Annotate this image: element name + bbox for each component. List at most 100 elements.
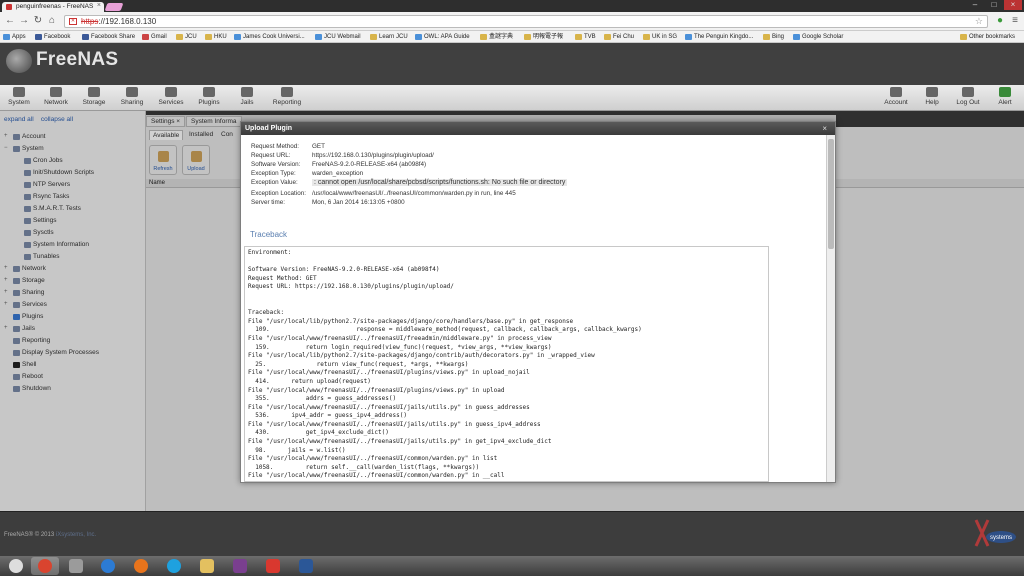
folder-icon xyxy=(205,34,212,40)
minimize-icon[interactable]: – xyxy=(966,0,984,10)
bookmark-item[interactable]: Gmail xyxy=(142,32,167,42)
field-software-version: Software Version: FreeNAS-9.2.0-RELEASE-x… xyxy=(251,161,427,168)
bookmark-item[interactable]: JCU Webmail xyxy=(315,32,361,42)
bookmark-item[interactable]: UK in SG xyxy=(643,32,677,42)
nav-help[interactable]: Help xyxy=(913,87,951,106)
back-icon[interactable]: ← xyxy=(4,15,16,27)
bookmark-item[interactable]: James Cook Universi... xyxy=(234,32,305,42)
word-icon xyxy=(299,559,313,573)
bookmark-item[interactable]: JCU xyxy=(176,32,197,42)
traceback-textarea[interactable]: Environment: Software Version: FreeNAS-9… xyxy=(244,246,769,482)
chrome-menu-icon[interactable]: ≡ xyxy=(1009,15,1021,27)
bookmark-item[interactable]: 明報電子報 xyxy=(524,32,563,42)
nav-services[interactable]: Services xyxy=(152,87,190,106)
bookmark-item[interactable]: OWL: APA Guide xyxy=(415,32,470,42)
jails-icon xyxy=(241,87,253,97)
folder-icon xyxy=(524,34,531,40)
field-server-time: Server time: Mon, 6 Jan 2014 16:13:05 +08… xyxy=(251,199,405,206)
ixsystems-logo: systems xyxy=(974,519,1016,547)
bookmark-item[interactable]: Fei Chu xyxy=(604,32,634,42)
help-icon xyxy=(926,87,938,97)
browser-tab-title: penguinfreenas - FreeNAS xyxy=(16,3,94,10)
taskbar-ie[interactable] xyxy=(94,557,122,575)
other-bookmarks[interactable]: Other bookmarks xyxy=(960,32,1015,42)
nav-reporting[interactable]: Reporting xyxy=(268,87,306,106)
google-icon xyxy=(793,34,800,40)
windows-logo-icon xyxy=(9,559,23,573)
close-tab-icon[interactable]: × xyxy=(97,2,101,9)
taskbar-word[interactable] xyxy=(292,557,320,575)
windows-taskbar xyxy=(0,556,1024,576)
freenas-header: FreeNAS xyxy=(0,43,1024,85)
reporting-icon xyxy=(281,87,293,97)
browser-tab-strip: penguinfreenas - FreeNAS × – □ × xyxy=(0,0,1024,12)
page-icon xyxy=(234,34,241,40)
nav-alert[interactable]: Alert xyxy=(986,87,1024,106)
home-icon[interactable]: ⌂ xyxy=(46,15,58,27)
bookmark-item[interactable]: The Penguin Kingdo... xyxy=(685,32,753,42)
gmail-icon xyxy=(142,34,149,40)
new-tab-button[interactable] xyxy=(104,3,124,11)
dialog-close-icon[interactable]: × xyxy=(822,122,827,135)
bookmark-item[interactable]: Facebook Share xyxy=(82,32,135,42)
traceback-text: Environment: Software Version: FreeNAS-9… xyxy=(248,249,642,480)
taskbar-chrome[interactable] xyxy=(31,557,59,575)
upload-plugin-dialog: Upload Plugin × Request Method: GET Reque… xyxy=(240,121,836,483)
folder-icon xyxy=(643,34,650,40)
address-bar[interactable]: ✕ https://192.168.0.130 ☆ xyxy=(64,15,988,28)
field-request-url: Request URL: https://192.168.0.130/plugin… xyxy=(251,152,434,159)
storage-icon xyxy=(88,87,100,97)
system-icon xyxy=(13,87,25,97)
nav-storage[interactable]: Storage xyxy=(75,87,113,106)
nav-system[interactable]: System xyxy=(0,87,38,106)
nav-plugins[interactable]: Plugins xyxy=(190,87,228,106)
browser-tab[interactable]: penguinfreenas - FreeNAS × xyxy=(2,2,104,12)
forward-icon[interactable]: → xyxy=(18,15,30,27)
bookmark-item[interactable]: Facebook xyxy=(35,32,70,42)
services-icon xyxy=(165,87,177,97)
page-icon xyxy=(415,34,422,40)
reload-icon[interactable]: ↻ xyxy=(32,15,44,27)
freenas-favicon-icon xyxy=(6,4,12,10)
nav-account[interactable]: Account xyxy=(877,87,915,106)
bookmark-item[interactable]: 盒謎字典 xyxy=(480,32,513,42)
apps-icon xyxy=(3,34,10,40)
page-icon xyxy=(315,34,322,40)
bookmark-item[interactable]: Bing xyxy=(763,32,784,42)
taskbar-apps[interactable] xyxy=(62,557,90,575)
chrome-icon xyxy=(38,559,52,573)
sharing-icon xyxy=(126,87,138,97)
bookmark-item[interactable]: Google Scholar xyxy=(793,32,843,42)
start-button[interactable] xyxy=(2,557,30,575)
traceback-link[interactable]: Traceback xyxy=(250,230,287,239)
extension-icon[interactable]: ● xyxy=(994,15,1006,27)
taskbar-downloader[interactable] xyxy=(259,557,287,575)
folder-icon xyxy=(370,34,377,40)
bookmark-star-icon[interactable]: ☆ xyxy=(975,16,983,27)
page-icon xyxy=(685,34,692,40)
bookmark-item[interactable]: Learn JCU xyxy=(370,32,408,42)
firefox-icon xyxy=(134,559,148,573)
bookmark-item[interactable]: HKU xyxy=(205,32,227,42)
nav-sharing[interactable]: Sharing xyxy=(113,87,151,106)
taskbar-skype[interactable] xyxy=(160,557,188,575)
app-icon xyxy=(233,559,247,573)
folder-icon xyxy=(480,34,487,40)
taskbar-firefox[interactable] xyxy=(127,557,155,575)
bookmark-item[interactable]: Apps xyxy=(3,32,26,42)
nav-jails[interactable]: Jails xyxy=(228,87,266,106)
dialog-scrollbar[interactable] xyxy=(826,135,835,482)
folder-icon xyxy=(575,34,582,40)
field-request-method: Request Method: GET xyxy=(251,143,325,150)
bookmark-item[interactable]: TVB xyxy=(575,32,596,42)
window-close-icon[interactable]: × xyxy=(1004,0,1022,10)
broken-lock-icon[interactable]: ✕ xyxy=(69,18,77,25)
scrollbar-thumb[interactable] xyxy=(828,139,834,249)
maximize-icon[interactable]: □ xyxy=(985,0,1003,10)
taskbar-fs-app[interactable] xyxy=(226,557,254,575)
bookmarks-bar: Apps Facebook Facebook Share Gmail JCU H… xyxy=(0,31,1024,43)
nav-logout[interactable]: Log Out xyxy=(949,87,987,106)
freenas-logo: FreeNAS xyxy=(6,49,118,73)
taskbar-explorer[interactable] xyxy=(193,557,221,575)
nav-network[interactable]: Network xyxy=(37,87,75,106)
